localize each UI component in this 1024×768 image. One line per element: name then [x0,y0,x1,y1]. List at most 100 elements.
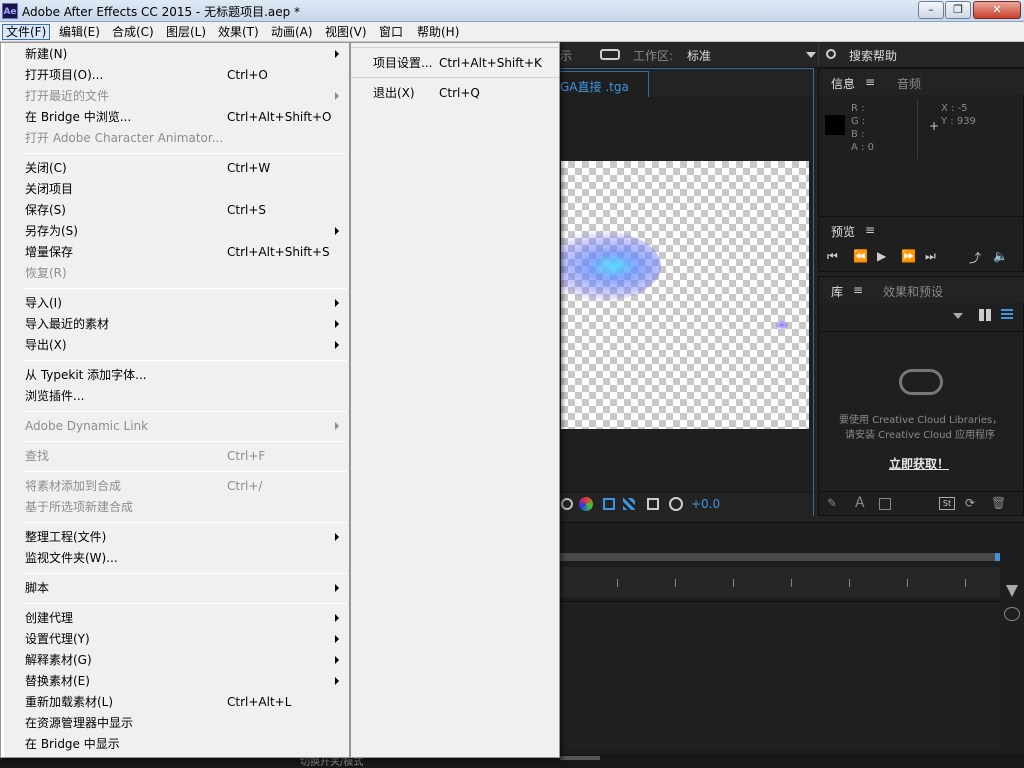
submenu-arrow-icon [335,677,339,685]
eyedropper-icon[interactable]: ✎ [827,496,837,510]
menu-layer[interactable]: 图层(L) [163,24,209,40]
previous-frame-icon[interactable]: ⏪ [853,249,868,263]
time-ruler[interactable] [560,567,1000,597]
menu-item-revert: 恢复(R) [25,266,67,280]
menu-shortcut: Ctrl+O [227,68,268,82]
comp-button-icon[interactable] [1004,607,1020,621]
menu-item-new[interactable]: 新建(N) [25,44,67,64]
menu-item-import-recent[interactable]: 导入最近的素材 [25,314,109,334]
menu-separator [23,288,347,289]
next-frame-icon[interactable]: ⏩ [901,249,916,263]
menu-composition[interactable]: 合成(C) [109,24,157,40]
play-icon[interactable]: ▶ [877,249,886,263]
panel-menu-icon[interactable]: ≡ [865,223,875,237]
menu-edit[interactable]: 编辑(E) [56,24,103,40]
menu-item-save[interactable]: 保存(S) [25,200,66,220]
panel-menu-icon[interactable]: ≡ [865,75,875,89]
region-icon[interactable] [603,498,615,510]
creative-cloud-icon [899,369,943,395]
menu-view[interactable]: 视图(V) [322,24,370,40]
last-frame-icon[interactable]: ⏭ [925,249,936,264]
menu-animation[interactable]: 动画(A) [268,24,316,40]
file-menu: 新建(N) 打开项目(O)... Ctrl+O 打开最近的文件 在 Bridge… [0,42,350,758]
menu-item-typekit[interactable]: 从 Typekit 添加字体... [25,365,147,385]
info-divider [917,99,918,159]
swatch-icon[interactable] [879,498,891,510]
menu-item-export[interactable]: 导出(X) [25,335,67,355]
menu-file[interactable]: 文件(F) [2,24,51,40]
menu-item-reveal-in-bridge[interactable]: 在 Bridge 中显示 [25,734,120,754]
menu-separator [23,603,347,604]
menu-window[interactable]: 窗口 [376,24,406,40]
menu-item-dependencies[interactable]: 整理工程(文件) [25,527,106,547]
work-area-bar[interactable] [560,553,1000,561]
window-title: Adobe After Effects CC 2015 - 无标题项目.aep … [22,5,301,19]
menu-item-browse-bridge[interactable]: 在 Bridge 中浏览... [25,107,131,127]
workspace-dropdown-icon[interactable] [806,52,816,58]
menu-item-reload-footage[interactable]: 重新加载素材(L) [25,692,113,712]
workspace-value[interactable]: 标准 [687,47,711,64]
cloud-sync-icon[interactable]: ⟳ [965,496,975,510]
library-message-line1: 要使用 Creative Cloud Libraries， [839,415,1003,426]
menu-item-reveal-in-explorer[interactable]: 在资源管理器中显示 [25,713,133,733]
menu-item-open-project[interactable]: 打开项目(O)... [25,65,103,85]
trash-icon[interactable]: 🗑 [991,496,1006,510]
tab-effects-presets[interactable]: 效果和预设 [883,283,943,300]
menu-item-browse-plugins[interactable]: 浏览插件... [25,386,84,406]
menu-item-import[interactable]: 导入(I) [25,293,62,313]
close-button[interactable]: ✕ [973,1,1021,19]
zoom-slider-icon[interactable] [1006,585,1018,597]
menu-item-close[interactable]: 关闭(C) [25,158,67,178]
snapshot-icon[interactable] [561,498,573,510]
submenu-arrow-icon [335,656,339,664]
composition-tab[interactable]: GA直接 .tga [559,71,649,97]
transparency-grid-icon[interactable] [623,498,635,510]
loop-icon[interactable]: ⤴ [969,249,981,266]
channel-icon[interactable] [579,497,593,511]
library-divider [819,331,1024,332]
exposure-value[interactable]: +0.0 [691,497,720,511]
crosshair-icon: + [929,119,940,133]
layer-area[interactable] [560,601,1000,747]
menu-item-close-project[interactable]: 关闭项目 [25,179,73,199]
tab-preview[interactable]: 预览 [831,223,855,240]
first-frame-icon[interactable]: ⏮ [827,249,838,264]
exposure-reset-icon[interactable] [669,497,683,511]
get-now-link[interactable]: 立即获取！ [889,455,949,472]
grid-view-icon[interactable] [979,309,991,321]
menu-item-interpret-footage[interactable]: 解释素材(G) [25,650,92,670]
gamepad-icon[interactable] [600,49,620,60]
menu-item-project-settings[interactable]: 项目设置... [373,53,432,73]
menu-separator [23,441,347,442]
menu-item-increment-save[interactable]: 增量保存 [25,242,73,262]
zoom-slider[interactable] [560,756,600,760]
text-style-icon[interactable]: A [855,495,865,511]
restore-button[interactable]: ❐ [945,1,971,19]
3d-view-icon[interactable] [647,498,659,510]
menu-help[interactable]: 帮助(H) [414,24,462,40]
submenu-arrow-icon [335,227,339,235]
menu-item-set-proxy[interactable]: 设置代理(Y) [25,629,90,649]
tab-audio[interactable]: 音频 [897,75,921,92]
search-help-input[interactable]: 搜索帮助 [849,47,897,64]
menu-item-exit[interactable]: 退出(X) [373,83,415,103]
menu-effect[interactable]: 效果(T) [215,24,262,40]
menu-item-replace-footage[interactable]: 替换素材(E) [25,671,90,691]
menu-shortcut: Ctrl+Alt+L [227,695,292,709]
audio-icon[interactable]: 🔈 [993,249,1008,263]
menu-item-save-as[interactable]: 另存为(S) [25,221,78,241]
menu-item-watch-folder[interactable]: 监视文件夹(W)... [25,548,118,568]
minimize-button[interactable]: – [918,1,944,19]
library-dropdown-icon[interactable] [953,313,963,319]
menu-item-create-proxy[interactable]: 创建代理 [25,608,73,628]
list-view-icon[interactable] [1001,309,1013,321]
tab-library[interactable]: 库 [831,283,843,300]
composition-canvas[interactable] [541,161,809,429]
submenu-arrow-icon [335,614,339,622]
tab-info[interactable]: 信息 [831,75,855,92]
stock-icon[interactable]: St [939,497,955,510]
menu-item-add-footage-to-comp: 将素材添加到合成 [25,479,122,493]
menu-item-scripts[interactable]: 脚本 [25,578,49,598]
menu-separator [23,471,347,472]
panel-menu-icon[interactable]: ≡ [853,283,863,297]
